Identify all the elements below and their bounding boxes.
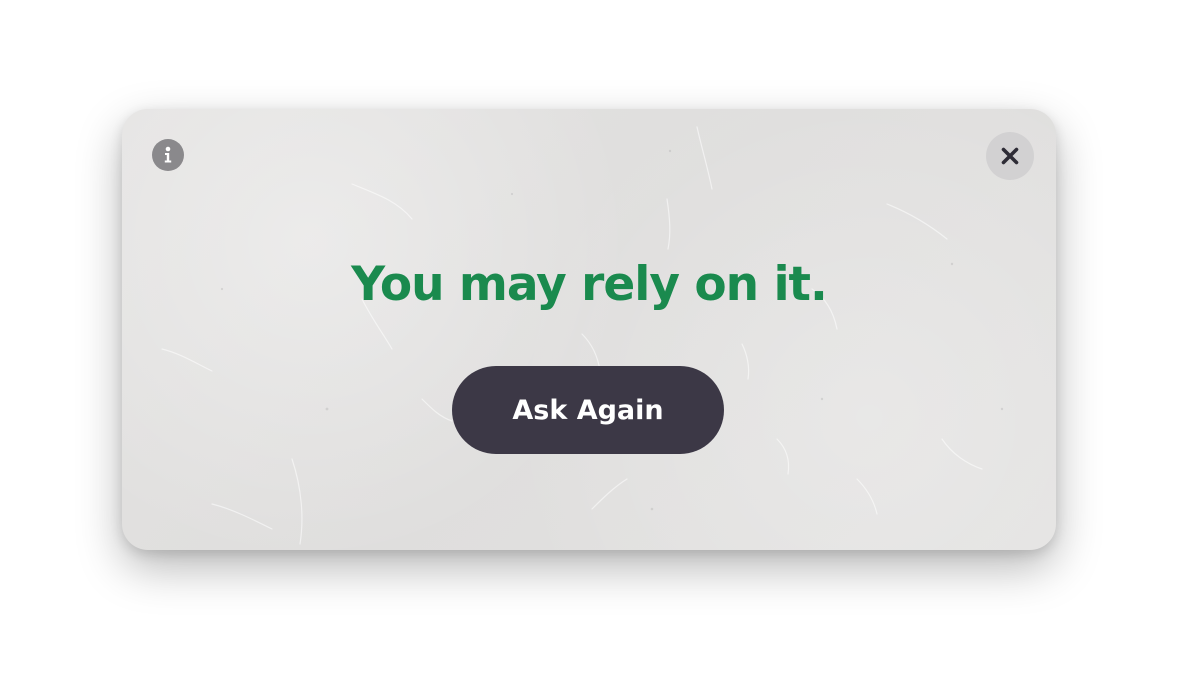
answer-text: You may rely on it. bbox=[351, 257, 828, 312]
close-button[interactable] bbox=[986, 132, 1034, 180]
info-icon bbox=[164, 146, 172, 163]
info-button[interactable] bbox=[152, 139, 184, 171]
paper-texture bbox=[161, 126, 1004, 545]
ask-again-button[interactable]: Ask Again bbox=[452, 366, 724, 454]
close-icon bbox=[1001, 147, 1019, 165]
answer-dialog: You may rely on it. Ask Again bbox=[122, 109, 1056, 550]
stage: You may rely on it. Ask Again bbox=[0, 0, 1178, 684]
